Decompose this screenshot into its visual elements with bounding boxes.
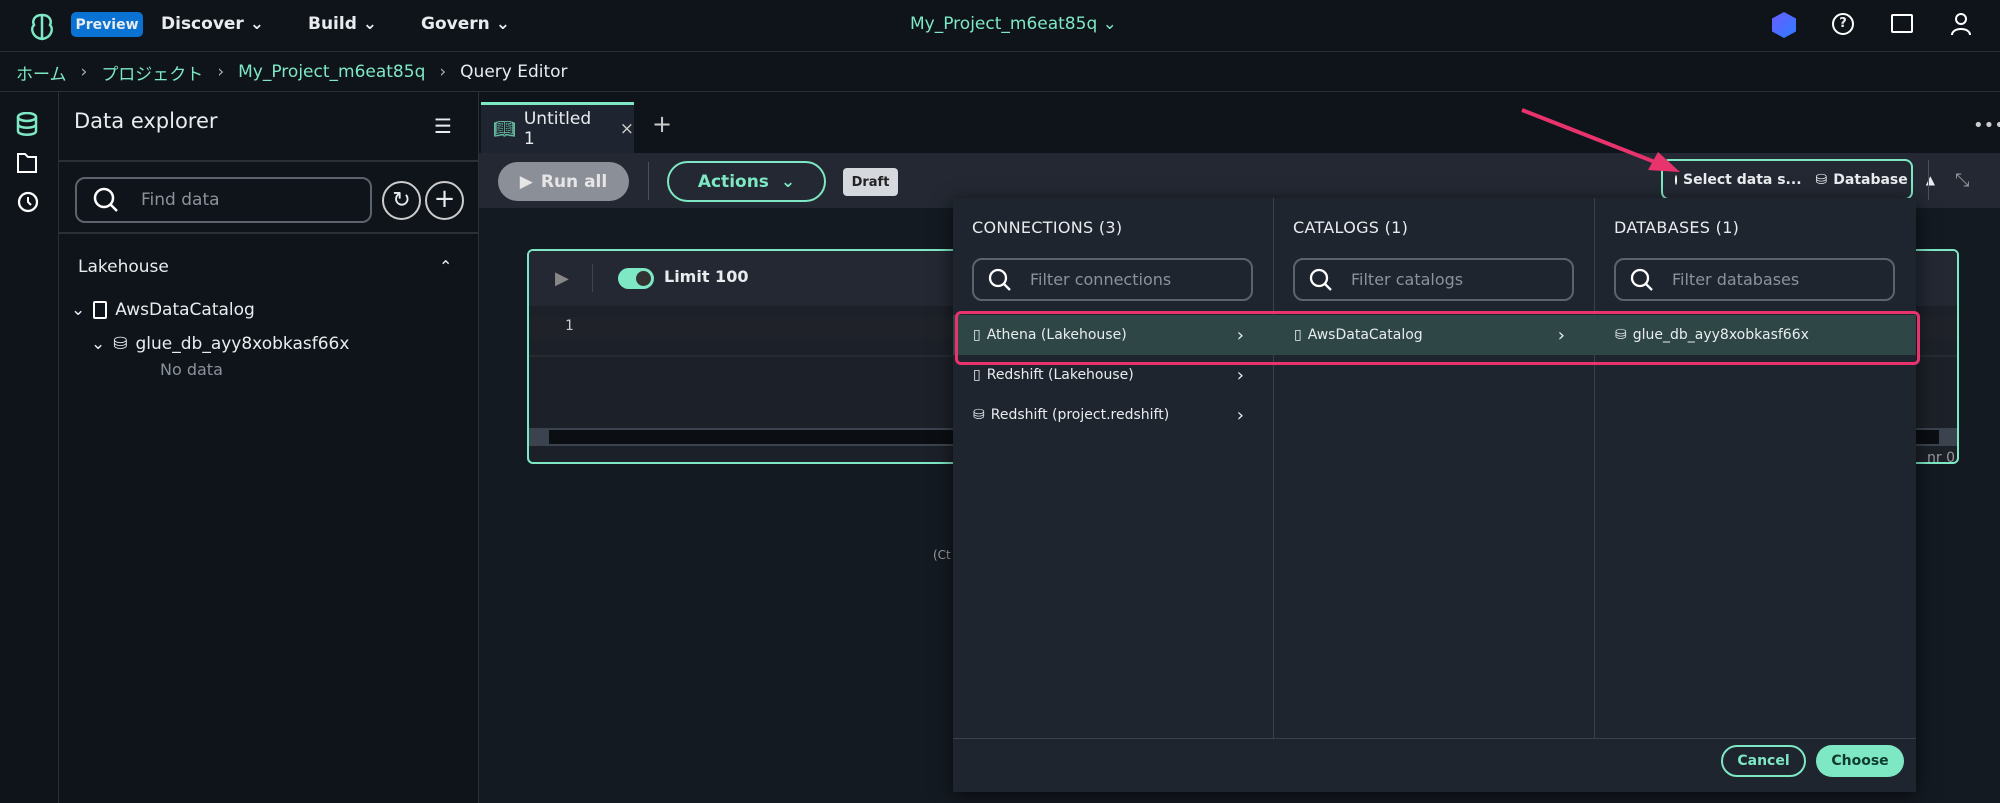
annotation-arrow — [1521, 108, 1680, 172]
